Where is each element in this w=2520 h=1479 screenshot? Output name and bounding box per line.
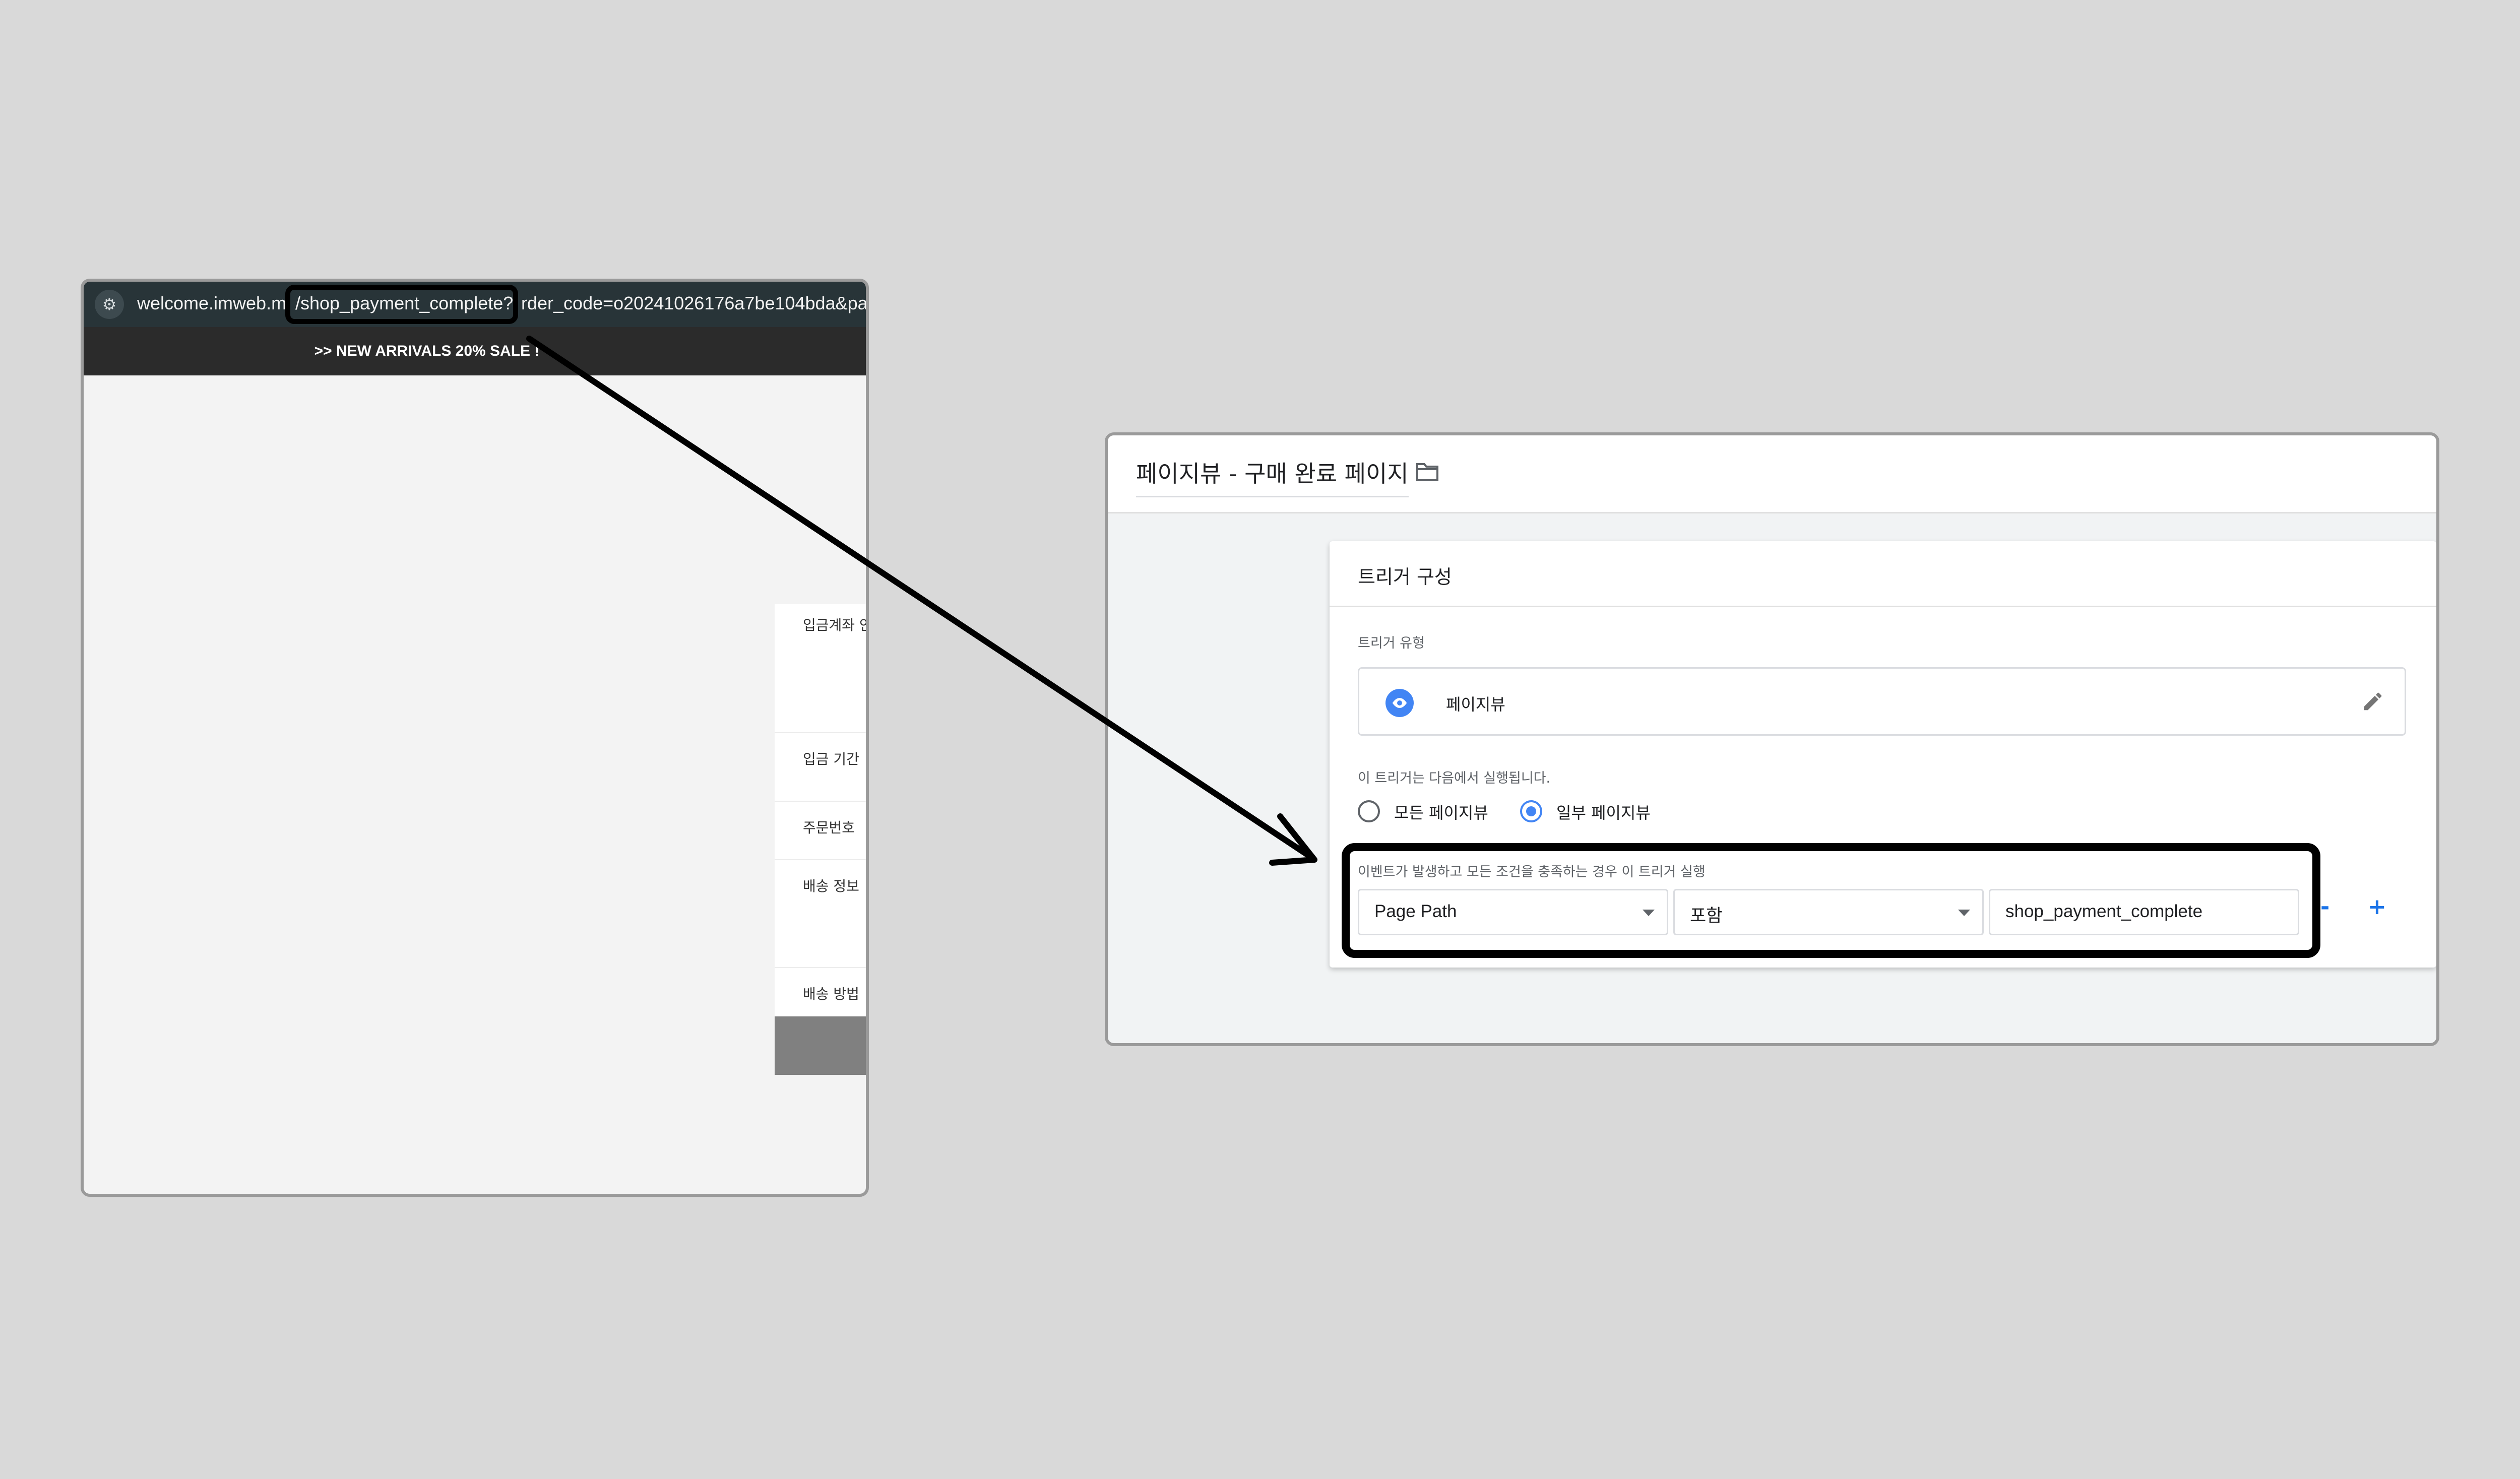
annotation-arrow — [526, 336, 1317, 866]
